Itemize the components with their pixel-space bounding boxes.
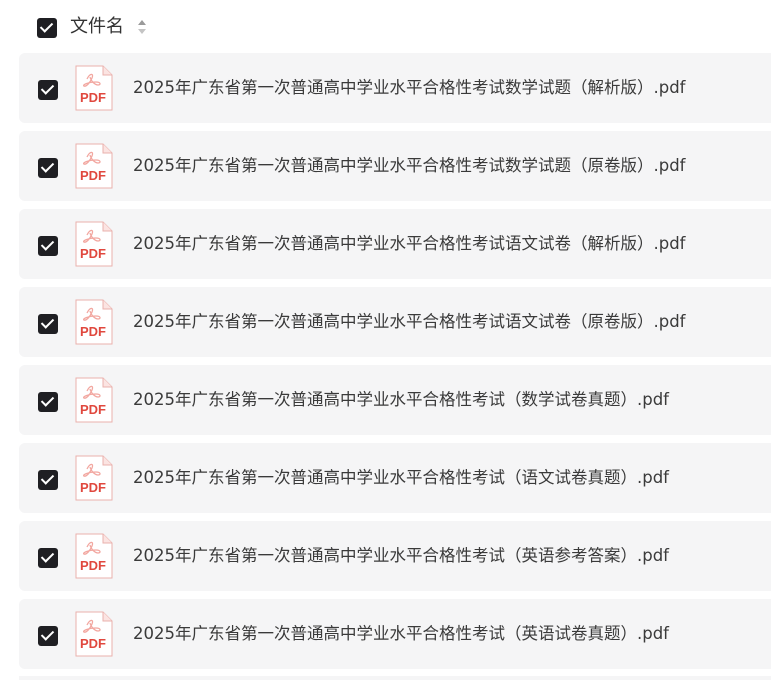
svg-text:PDF: PDF	[80, 168, 106, 183]
file-row[interactable]: PDF 2025年广东省第一次普通高中学业水平合格性考试（英语参考答案）.pdf	[19, 521, 771, 591]
file-row[interactable]: PDF 2025年广东省第一次普通高中学业水平合格性考试（语文试卷真题）.pdf	[19, 443, 771, 513]
file-name[interactable]: 2025年广东省第一次普通高中学业水平合格性考试数学试题（解析版）.pdf	[133, 75, 686, 101]
file-checkbox[interactable]	[38, 392, 58, 412]
file-checkbox[interactable]	[38, 470, 58, 490]
file-name[interactable]: 2025年广东省第一次普通高中学业水平合格性考试语文试卷（原卷版）.pdf	[133, 309, 686, 335]
file-row[interactable]: PDF 2025年广东省第一次普通高中学业水平合格性考试（英语试卷真题）.pdf	[19, 599, 771, 669]
next-row-edge	[19, 676, 771, 680]
svg-text:PDF: PDF	[80, 90, 106, 105]
svg-text:PDF: PDF	[80, 324, 106, 339]
file-checkbox[interactable]	[38, 158, 58, 178]
sort-updown-icon[interactable]	[136, 18, 148, 36]
file-name[interactable]: 2025年广东省第一次普通高中学业水平合格性考试数学试题（原卷版）.pdf	[133, 153, 686, 179]
file-row[interactable]: PDF 2025年广东省第一次普通高中学业水平合格性考试数学试题（原卷版）.pd…	[19, 131, 771, 201]
file-checkbox[interactable]	[38, 626, 58, 646]
file-checkbox[interactable]	[38, 548, 58, 568]
file-row[interactable]: PDF 2025年广东省第一次普通高中学业水平合格性考试数学试题（解析版）.pd…	[19, 53, 771, 123]
svg-text:PDF: PDF	[80, 480, 106, 495]
select-all-checkbox[interactable]	[37, 18, 57, 38]
file-name[interactable]: 2025年广东省第一次普通高中学业水平合格性考试（英语参考答案）.pdf	[133, 543, 669, 569]
file-row[interactable]: PDF 2025年广东省第一次普通高中学业水平合格性考试语文试卷（解析版）.pd…	[19, 209, 771, 279]
column-header-filename[interactable]: 文件名	[70, 14, 124, 40]
file-name[interactable]: 2025年广东省第一次普通高中学业水平合格性考试（英语试卷真题）.pdf	[133, 621, 669, 647]
svg-text:PDF: PDF	[80, 636, 106, 651]
file-name[interactable]: 2025年广东省第一次普通高中学业水平合格性考试（数学试卷真题）.pdf	[133, 387, 669, 413]
pdf-file-icon: PDF	[75, 221, 113, 267]
svg-text:PDF: PDF	[80, 246, 106, 261]
file-checkbox[interactable]	[38, 80, 58, 100]
file-list-header: 文件名	[0, 0, 771, 54]
file-checkbox[interactable]	[38, 236, 58, 256]
file-list: PDF 2025年广东省第一次普通高中学业水平合格性考试数学试题（解析版）.pd…	[19, 53, 771, 677]
file-row[interactable]: PDF 2025年广东省第一次普通高中学业水平合格性考试语文试卷（原卷版）.pd…	[19, 287, 771, 357]
svg-text:PDF: PDF	[80, 558, 106, 573]
file-checkbox[interactable]	[38, 314, 58, 334]
file-name[interactable]: 2025年广东省第一次普通高中学业水平合格性考试语文试卷（解析版）.pdf	[133, 231, 686, 257]
pdf-file-icon: PDF	[75, 143, 113, 189]
pdf-file-icon: PDF	[75, 65, 113, 111]
svg-text:PDF: PDF	[80, 402, 106, 417]
pdf-file-icon: PDF	[75, 299, 113, 345]
pdf-file-icon: PDF	[75, 533, 113, 579]
file-row[interactable]: PDF 2025年广东省第一次普通高中学业水平合格性考试（数学试卷真题）.pdf	[19, 365, 771, 435]
pdf-file-icon: PDF	[75, 455, 113, 501]
pdf-file-icon: PDF	[75, 611, 113, 657]
file-name[interactable]: 2025年广东省第一次普通高中学业水平合格性考试（语文试卷真题）.pdf	[133, 465, 669, 491]
pdf-file-icon: PDF	[75, 377, 113, 423]
